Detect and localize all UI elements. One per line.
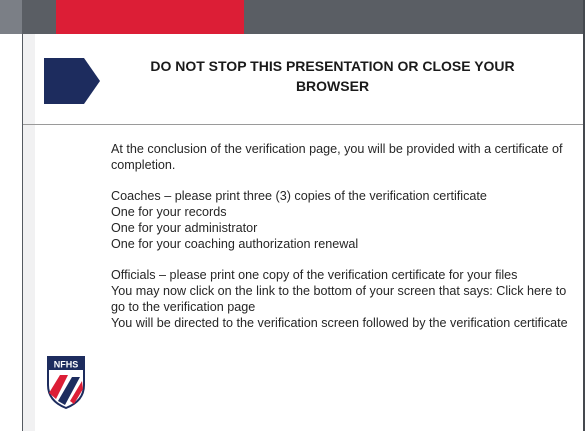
title-divider xyxy=(23,124,583,125)
slide-top-red-accent xyxy=(56,0,244,34)
slide-left-rule xyxy=(22,34,23,431)
presentation-slide: DO NOT STOP THIS PRESENTATION OR CLOSE Y… xyxy=(0,0,585,431)
body-paragraph: You may now click on the link to the bot… xyxy=(111,284,567,314)
nfhs-logo-icon: NFHS xyxy=(47,356,85,409)
body-paragraph: Officials – please print one copy of the… xyxy=(111,268,518,283)
body-paragraph: One for your coaching authorization rene… xyxy=(111,236,359,251)
svg-text:NFHS: NFHS xyxy=(54,360,79,370)
body-paragraph: Coaches – please print three (3) copies … xyxy=(111,189,487,204)
slide-title: DO NOT STOP THIS PRESENTATION OR CLOSE Y… xyxy=(150,58,515,94)
body-paragraph: You will be directed to the verification… xyxy=(111,315,568,330)
slide-body: At the conclusion of the verification pa… xyxy=(111,142,571,332)
body-paragraph: At the conclusion of the verification pa… xyxy=(111,142,563,172)
pentagon-arrow-icon xyxy=(44,58,100,104)
body-paragraph: One for your records xyxy=(111,205,227,220)
slide-left-margin xyxy=(23,34,35,431)
slide-top-corner xyxy=(0,0,22,34)
body-paragraph: One for your administrator xyxy=(111,220,258,235)
